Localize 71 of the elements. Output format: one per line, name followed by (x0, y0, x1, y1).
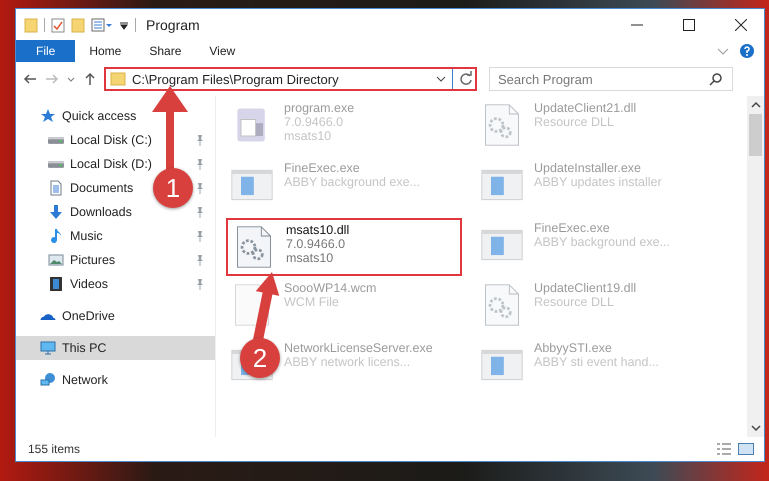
ribbon-tab[interactable]: File (16, 40, 76, 62)
scrollbar[interactable] (747, 96, 764, 437)
folder-icon (110, 72, 126, 86)
pin-icon[interactable] (195, 230, 205, 242)
nav-item[interactable]: Documents (70, 181, 134, 195)
scroll-down-icon[interactable] (750, 423, 760, 433)
pin-icon[interactable] (195, 254, 205, 266)
nav-item[interactable]: Local Disk (C:) (70, 133, 152, 147)
nav-item[interactable]: Music (70, 229, 103, 243)
ribbon-tab[interactable]: View (195, 40, 250, 62)
network-icon (40, 372, 56, 388)
annotation-arrow (253, 272, 280, 341)
close-icon[interactable] (735, 18, 747, 30)
chevron-icon[interactable] (436, 74, 446, 84)
file-detail: ABBY sti event hand... (534, 355, 659, 369)
scroll-up-icon[interactable] (750, 100, 760, 110)
minimize-icon[interactable] (631, 24, 643, 26)
pin-icon[interactable] (195, 134, 205, 146)
search-icon[interactable] (709, 72, 723, 86)
music-note-icon (48, 228, 64, 244)
pin-icon[interactable] (195, 158, 205, 170)
file-detail: Resource DLL (534, 115, 615, 129)
window-title: Program (146, 16, 201, 32)
file-detail: ABBY background exe... (284, 175, 420, 189)
pin-icon[interactable] (195, 278, 205, 290)
folder-icon[interactable] (24, 16, 38, 32)
help-icon[interactable] (740, 44, 754, 58)
address-bar[interactable]: C:\Program Files\Program Directory (104, 67, 477, 91)
nav-label: This PC (62, 341, 106, 355)
file-detail: 7.0.9466.0 (284, 115, 344, 129)
file-detail: ABBY updates installer (534, 175, 662, 189)
nav-item[interactable]: Downloads (70, 205, 132, 219)
download-arrow-icon (48, 204, 64, 220)
film-icon (48, 276, 64, 292)
file-name: msats10.dll (286, 223, 350, 237)
pin-icon[interactable] (195, 182, 205, 194)
nav-item[interactable]: Videos (70, 277, 108, 291)
ribbon-tab[interactable]: Home (75, 40, 136, 62)
maximize-icon[interactable] (683, 18, 695, 30)
search-field[interactable]: Search Program (489, 67, 733, 91)
ribbon-tab[interactable]: Share (135, 40, 196, 62)
refresh-icon[interactable] (452, 69, 475, 89)
document-icon (48, 180, 64, 196)
folder-icon[interactable] (71, 16, 85, 32)
file-detail: msats10 (284, 129, 332, 143)
highlighted-file-tile[interactable]: msats10.dll 7.0.9466.0 msats10 (226, 218, 462, 276)
nav-item[interactable]: Quick access (62, 109, 136, 123)
nav-item[interactable]: OneDrive (62, 309, 115, 323)
monitor-icon (40, 340, 56, 356)
drive-icon (48, 160, 64, 168)
file-detail: 7.0.9466.0 (286, 237, 346, 251)
properties-icon[interactable] (91, 16, 113, 32)
pin-icon[interactable] (195, 206, 205, 218)
scrollbar-thumb[interactable] (749, 114, 762, 156)
tiles-view-icon[interactable] (738, 443, 754, 455)
checklist-icon[interactable] (51, 16, 65, 32)
nav-item[interactable]: Pictures (70, 253, 116, 267)
nav-item[interactable]: Local Disk (D:) (70, 157, 152, 171)
picture-icon (48, 252, 64, 268)
file-detail: ABBY network licens... (284, 355, 412, 369)
nav-item[interactable]: Network (62, 373, 108, 387)
file-detail: WCM File (284, 295, 340, 309)
star-icon (40, 108, 56, 124)
item-count: 155 items (28, 442, 82, 456)
file-detail: msats10 (286, 251, 334, 265)
cloud-icon (40, 312, 56, 320)
file-detail: Resource DLL (534, 295, 615, 309)
drive-icon (48, 136, 64, 144)
file-detail: ABBY background exe... (534, 235, 670, 249)
nav-item[interactable]: This PC (16, 336, 215, 360)
details-view-icon[interactable] (716, 443, 732, 455)
